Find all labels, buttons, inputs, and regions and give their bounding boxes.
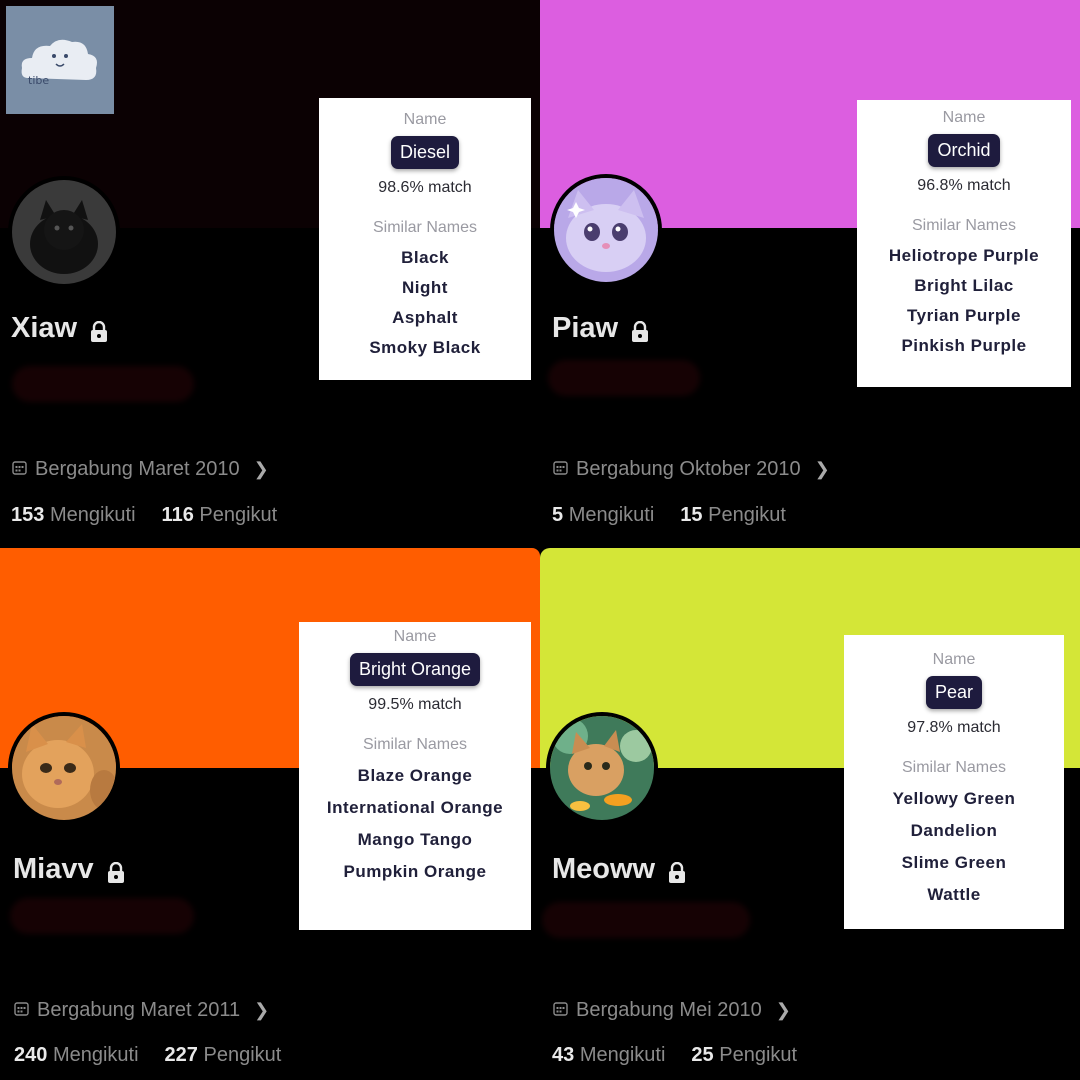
similar-name: Smoky Black bbox=[369, 338, 481, 357]
followers-link[interactable]: 15 Pengikut bbox=[680, 504, 786, 527]
similar-name: Slime Green bbox=[901, 853, 1007, 872]
joined-date[interactable]: Bergabung Oktober 2010 ❯ bbox=[553, 458, 830, 481]
display-name: Meoww bbox=[552, 853, 687, 886]
calendar-icon bbox=[553, 458, 568, 481]
joined-text: Bergabung Maret 2011 bbox=[37, 999, 241, 1021]
following-link[interactable]: 43 Mengikuti bbox=[552, 1044, 665, 1067]
chevron-right-icon: ❯ bbox=[814, 459, 830, 479]
chevron-right-icon: ❯ bbox=[254, 1000, 270, 1020]
match-percent: 97.8% match bbox=[907, 719, 1001, 736]
similar-name: Night bbox=[402, 278, 448, 297]
blurred-handle bbox=[542, 902, 750, 938]
display-name-text: Piaw bbox=[552, 312, 619, 344]
similar-name: Pinkish Purple bbox=[901, 336, 1027, 355]
app-logo: tibe bbox=[6, 6, 114, 114]
similar-name: Mango Tango bbox=[357, 830, 473, 849]
color-name-card: Name Pear 97.8% match Similar Names Yell… bbox=[844, 635, 1064, 929]
color-name-card: Name Bright Orange 99.5% match Similar N… bbox=[299, 622, 531, 930]
follow-stats: 43 Mengikuti 25 Pengikut bbox=[552, 1044, 797, 1067]
similar-name: Bright Lilac bbox=[914, 276, 1014, 295]
profile-panel-piaw: Piaw Bergabung Oktober 2010 ❯ 5 Mengikut… bbox=[540, 0, 1080, 548]
avatar[interactable] bbox=[550, 174, 662, 286]
color-name-card: Name Orchid 96.8% match Similar Names He… bbox=[857, 100, 1071, 387]
name-label: Name bbox=[932, 651, 976, 668]
name-label: Name bbox=[403, 111, 447, 128]
follow-stats: 5 Mengikuti 15 Pengikut bbox=[552, 504, 786, 527]
match-percent: 96.8% match bbox=[917, 177, 1011, 194]
following-link[interactable]: 5 Mengikuti bbox=[552, 504, 654, 527]
lock-icon bbox=[89, 318, 109, 342]
joined-date[interactable]: Bergabung Maret 2010 ❯ bbox=[12, 458, 269, 481]
blurred-handle bbox=[12, 366, 194, 402]
joined-text: Bergabung Mei 2010 bbox=[576, 999, 762, 1021]
display-name: Xiaw bbox=[11, 312, 109, 345]
calendar-icon bbox=[553, 999, 568, 1022]
joined-text: Bergabung Maret 2010 bbox=[35, 458, 240, 480]
avatar[interactable] bbox=[546, 712, 658, 824]
similar-name: Wattle bbox=[927, 885, 981, 904]
joined-date[interactable]: Bergabung Maret 2011 ❯ bbox=[14, 999, 269, 1022]
similar-names-label: Similar Names bbox=[911, 217, 1016, 234]
chevron-right-icon: ❯ bbox=[253, 459, 269, 479]
color-name-badge: Bright Orange bbox=[349, 653, 481, 686]
display-name-text: Miavv bbox=[13, 853, 94, 885]
blurred-handle bbox=[10, 898, 194, 934]
color-name-badge: Diesel bbox=[390, 136, 460, 169]
avatar[interactable] bbox=[8, 712, 120, 824]
display-name: Piaw bbox=[552, 312, 650, 345]
display-name: Miavv bbox=[13, 853, 126, 886]
follow-stats: 153 Mengikuti 116 Pengikut bbox=[11, 504, 277, 527]
similar-name: Blaze Orange bbox=[357, 766, 473, 785]
similar-name: International Orange bbox=[326, 798, 504, 817]
profile-panel-miavv: Miavv Bergabung Maret 2011 ❯ 240 Mengiku… bbox=[0, 548, 540, 1080]
following-link[interactable]: 153 Mengikuti bbox=[11, 504, 136, 527]
joined-date[interactable]: Bergabung Mei 2010 ❯ bbox=[553, 999, 791, 1022]
followers-link[interactable]: 116 Pengikut bbox=[162, 504, 278, 527]
similar-name: Tyrian Purple bbox=[907, 306, 1021, 325]
match-percent: 99.5% match bbox=[368, 696, 462, 713]
color-name-badge: Pear bbox=[925, 676, 983, 709]
lock-icon bbox=[106, 859, 126, 883]
color-name-card: Name Diesel 98.6% match Similar Names Bl… bbox=[319, 98, 531, 380]
similar-name: Dandelion bbox=[910, 821, 998, 840]
display-name-text: Meoww bbox=[552, 853, 656, 885]
similar-names-label: Similar Names bbox=[372, 219, 477, 236]
profile-panel-meoww: Meoww Bergabung Mei 2010 ❯ 43 Mengikuti … bbox=[540, 548, 1080, 1080]
calendar-icon bbox=[12, 458, 27, 481]
similar-name: Asphalt bbox=[392, 308, 458, 327]
joined-text: Bergabung Oktober 2010 bbox=[576, 458, 801, 480]
color-name-badge: Orchid bbox=[928, 134, 1000, 167]
name-label: Name bbox=[942, 109, 986, 126]
similar-name: Black bbox=[401, 248, 449, 267]
logo-text: tibe bbox=[28, 74, 49, 87]
similar-names-label: Similar Names bbox=[362, 736, 467, 753]
following-link[interactable]: 240 Mengikuti bbox=[14, 1044, 139, 1067]
similar-name: Pumpkin Orange bbox=[343, 862, 487, 881]
calendar-icon bbox=[14, 999, 29, 1022]
lock-icon bbox=[667, 859, 687, 883]
similar-name: Yellowy Green bbox=[892, 789, 1016, 808]
display-name-text: Xiaw bbox=[11, 312, 78, 344]
followers-link[interactable]: 25 Pengikut bbox=[691, 1044, 797, 1067]
name-label: Name bbox=[393, 628, 437, 645]
chevron-right-icon: ❯ bbox=[775, 1000, 791, 1020]
followers-link[interactable]: 227 Pengikut bbox=[165, 1044, 282, 1067]
match-percent: 98.6% match bbox=[378, 179, 472, 196]
similar-names-label: Similar Names bbox=[901, 759, 1006, 776]
blurred-handle bbox=[548, 360, 700, 396]
similar-name: Heliotrope Purple bbox=[888, 246, 1040, 265]
follow-stats: 240 Mengikuti 227 Pengikut bbox=[14, 1044, 281, 1067]
avatar[interactable] bbox=[8, 176, 120, 288]
profile-panel-xiaw: tibe Xiaw Bergabung Maret 2010 ❯ 153 Men… bbox=[0, 0, 540, 548]
lock-icon bbox=[630, 318, 650, 342]
